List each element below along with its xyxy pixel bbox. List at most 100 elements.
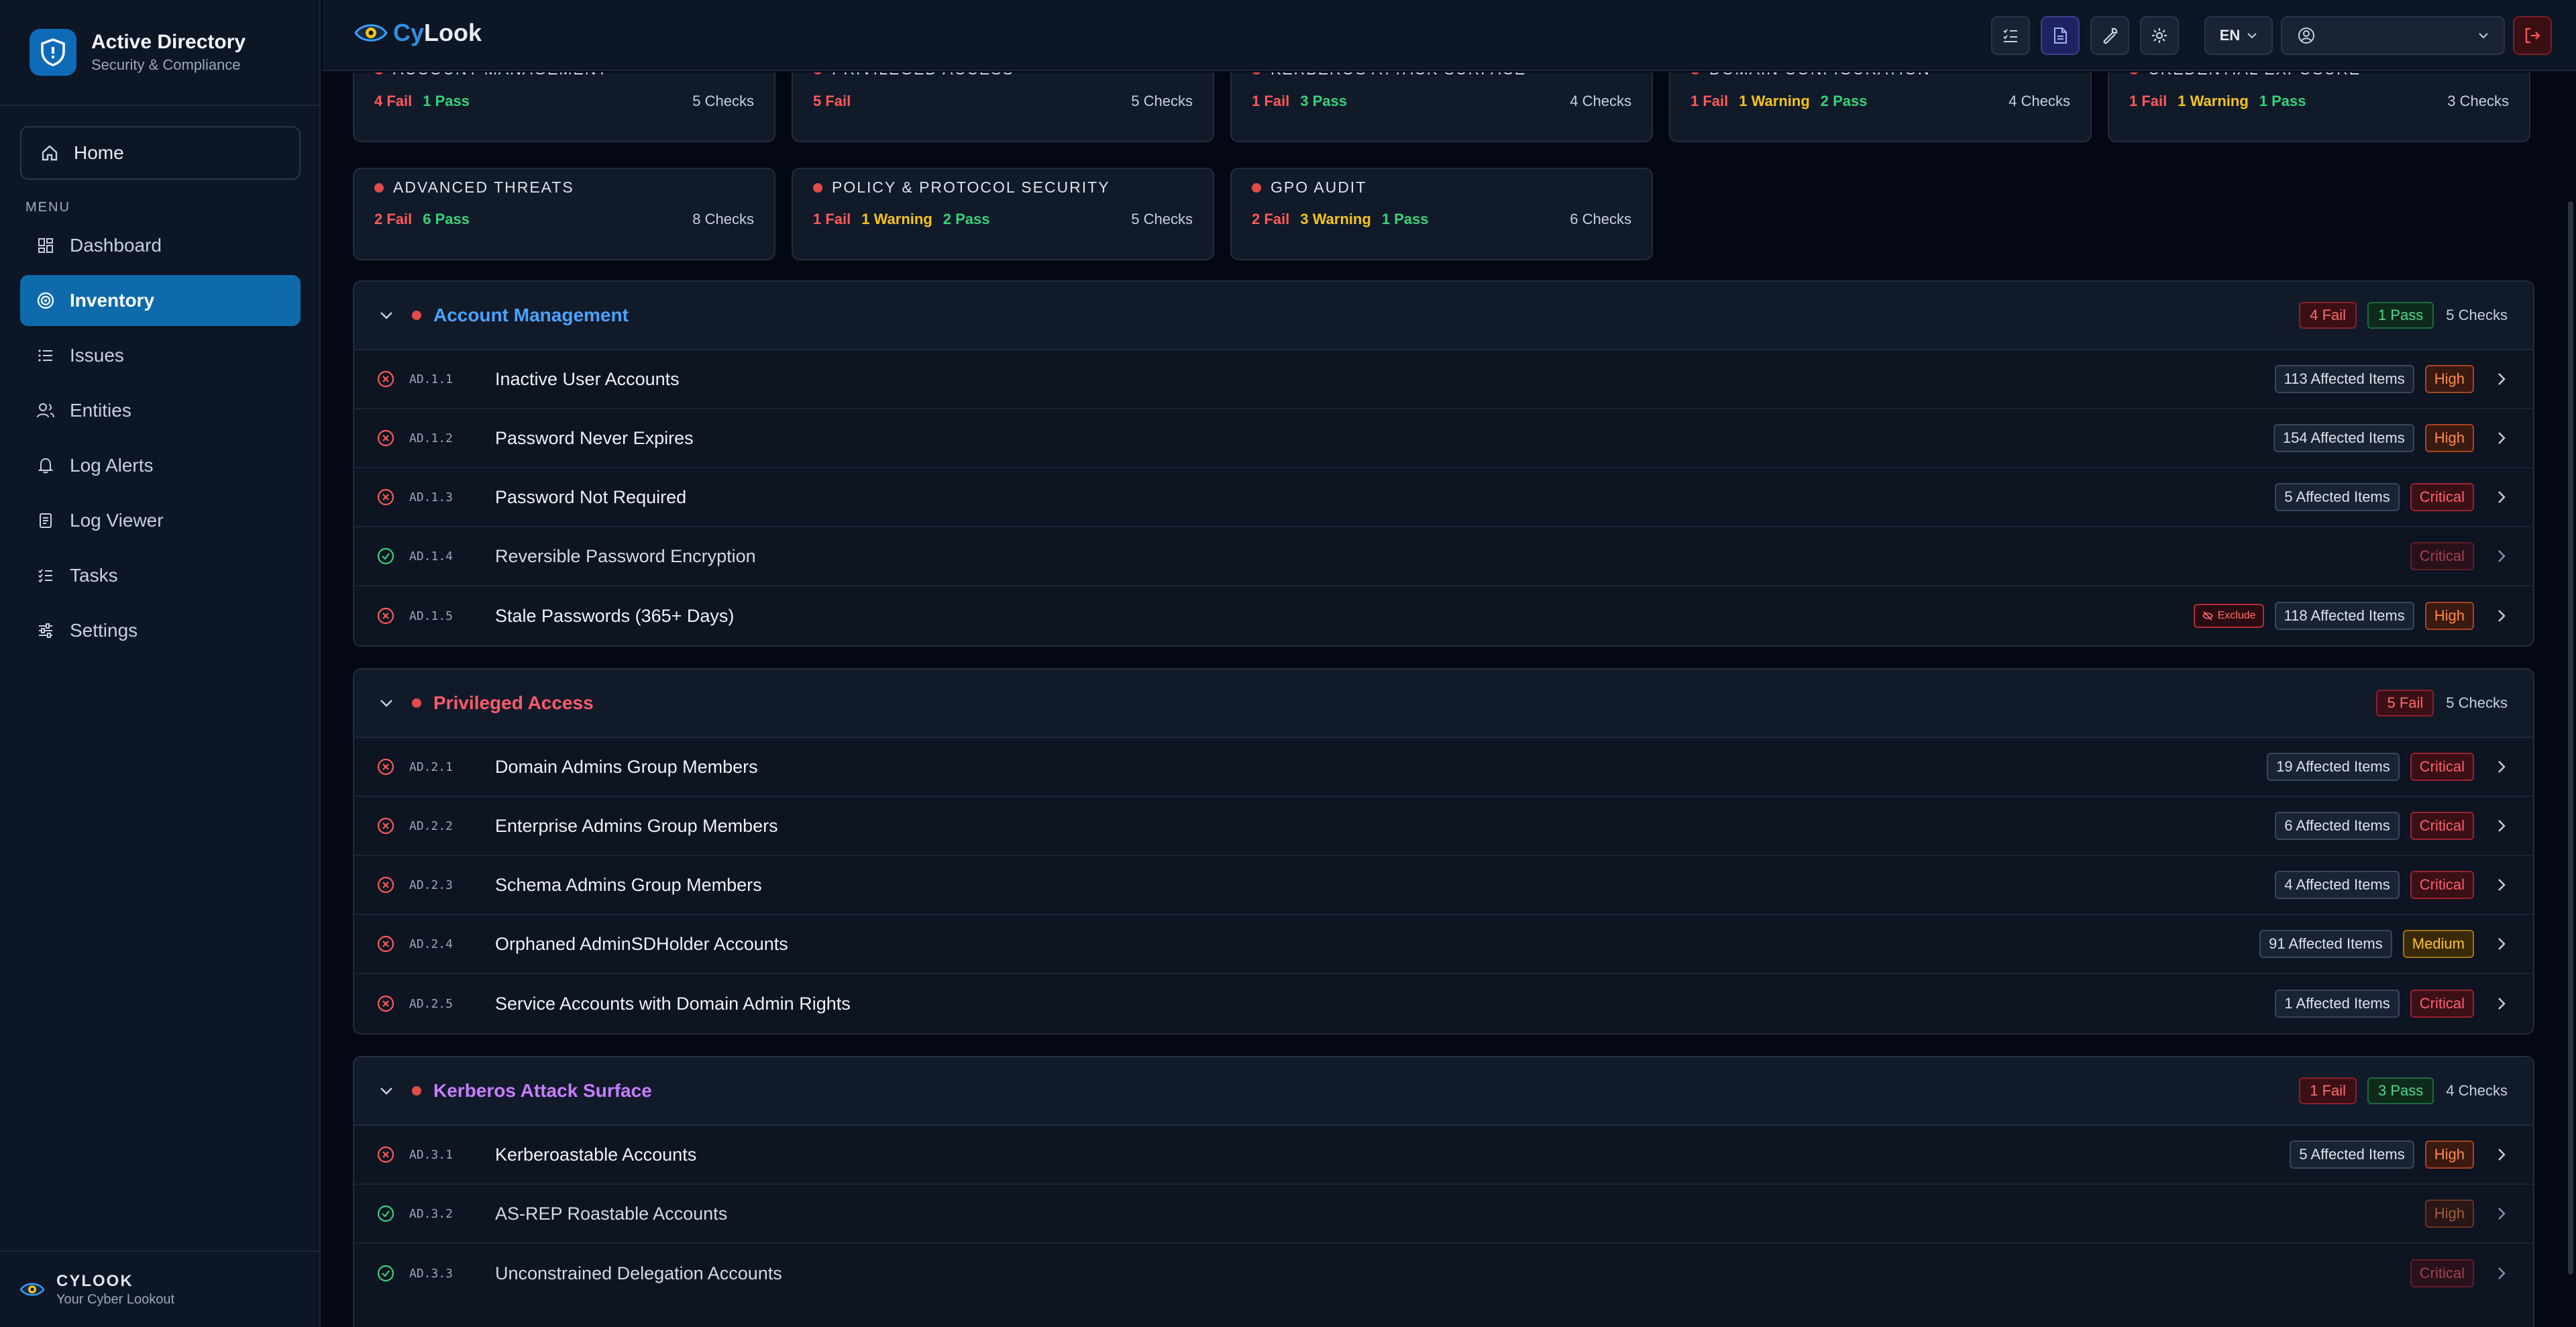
chevron-right-icon[interactable] bbox=[2494, 996, 2509, 1011]
status-dot bbox=[412, 698, 421, 708]
chevron-right-icon[interactable] bbox=[2494, 818, 2509, 833]
check-code: AD.1.3 bbox=[409, 490, 453, 505]
chevron-down-icon[interactable] bbox=[378, 695, 394, 711]
check-row[interactable]: AD.1.4 Reversible Password Encryption Cr… bbox=[354, 527, 2533, 586]
check-row[interactable]: AD.2.4 Orphaned AdminSDHolder Accounts 9… bbox=[354, 915, 2533, 974]
card-warning: 1 Warning bbox=[861, 211, 932, 227]
checks-count: 4 Checks bbox=[2446, 1082, 2508, 1099]
chevron-right-icon[interactable] bbox=[2494, 1266, 2509, 1281]
check-code: AD.2.3 bbox=[409, 878, 453, 892]
section-header[interactable]: Account Management 4 Fail 1 Pass 5 Check… bbox=[354, 282, 2533, 350]
severity-badge: Critical bbox=[2410, 483, 2474, 511]
chevron-right-icon[interactable] bbox=[2494, 759, 2509, 774]
category-card[interactable]: KERBEROS ATTACK SURFACE 1 Fail 3 Pass 4 C… bbox=[1230, 72, 1653, 142]
check-row[interactable]: AD.2.5 Service Accounts with Domain Admi… bbox=[354, 974, 2533, 1033]
affected-items-badge[interactable]: 154 Affected Items bbox=[2273, 424, 2414, 452]
check-row[interactable]: AD.3.1 Kerberoastable Accounts 5 Affecte… bbox=[354, 1126, 2533, 1185]
target-icon bbox=[36, 291, 55, 310]
logout-button[interactable] bbox=[2513, 16, 2552, 55]
chevron-right-icon[interactable] bbox=[2494, 878, 2509, 892]
check-row[interactable]: AD.3.2 AS-REP Roastable Accounts High bbox=[354, 1185, 2533, 1244]
chevron-right-icon[interactable] bbox=[2494, 431, 2509, 445]
check-name: Domain Admins Group Members bbox=[495, 756, 758, 777]
card-fail: 1 Fail bbox=[813, 211, 851, 227]
category-card[interactable]: DOMAIN CONFIGURATION 1 Fail 1 Warning 2 Pa… bbox=[1669, 72, 2092, 142]
sidebar-item-log-alerts[interactable]: Log Alerts bbox=[20, 440, 301, 491]
sidebar-item-entities[interactable]: Entities bbox=[20, 385, 301, 436]
card-checks: 6 Checks bbox=[1570, 211, 1631, 227]
user-circle-icon bbox=[2297, 26, 2316, 45]
category-card[interactable]: ACCOUNT MANAGEMENT 4 Fail 1 Pass 5 Checks bbox=[353, 72, 775, 142]
scrollbar[interactable] bbox=[2568, 201, 2573, 1275]
home-button[interactable]: Home bbox=[20, 126, 301, 180]
sidebar-item-issues[interactable]: Issues bbox=[20, 330, 301, 381]
status-dot bbox=[813, 182, 822, 193]
card-checks: 4 Checks bbox=[1570, 93, 1631, 109]
chevron-down-icon bbox=[2478, 32, 2489, 40]
tools-button[interactable] bbox=[2090, 16, 2129, 55]
section-header[interactable]: Kerberos Attack Surface 1 Fail 3 Pass 4 … bbox=[354, 1057, 2533, 1126]
sidebar-item-settings[interactable]: Settings bbox=[20, 605, 301, 656]
check-row[interactable]: AD.2.3 Schema Admins Group Members 4 Aff… bbox=[354, 856, 2533, 915]
check-row[interactable]: AD.1.1 Inactive User Accounts 113 Affect… bbox=[354, 350, 2533, 409]
chevron-right-icon[interactable] bbox=[2494, 937, 2509, 951]
affected-items-badge[interactable]: 113 Affected Items bbox=[2274, 365, 2414, 393]
category-card[interactable]: ADVANCED THREATS 2 Fail 6 Pass 8 Checks bbox=[353, 168, 775, 260]
chevron-right-icon[interactable] bbox=[2494, 608, 2509, 623]
report-button[interactable] bbox=[2041, 16, 2080, 55]
fail-circle-icon bbox=[376, 757, 396, 777]
language-select[interactable]: EN bbox=[2204, 16, 2273, 55]
logo-look: Look bbox=[424, 19, 482, 46]
checklist-icon bbox=[2001, 26, 2020, 45]
affected-items-badge[interactable]: 1 Affected Items bbox=[2275, 990, 2400, 1018]
exclude-badge[interactable]: Exclude bbox=[2193, 604, 2264, 628]
chevron-right-icon[interactable] bbox=[2494, 490, 2509, 505]
checklist-button[interactable] bbox=[1991, 16, 2030, 55]
category-card[interactable]: POLICY & PROTOCOL SECURITY 1 Fail 1 Warni… bbox=[792, 168, 1214, 260]
settings-button[interactable] bbox=[2140, 16, 2179, 55]
pass-badge: 3 Pass bbox=[2367, 1077, 2434, 1104]
section-header[interactable]: Privileged Access 5 Fail 5 Checks bbox=[354, 670, 2533, 738]
affected-items-badge[interactable]: 4 Affected Items bbox=[2275, 871, 2400, 899]
chevron-down-icon[interactable] bbox=[378, 1083, 394, 1099]
chevron-right-icon[interactable] bbox=[2494, 549, 2509, 564]
category-card[interactable]: PRIVILEGED ACCESS 5 Fail 5 Checks bbox=[792, 72, 1214, 142]
card-checks: 5 Checks bbox=[1131, 211, 1193, 227]
sidebar-item-label: Dashboard bbox=[70, 235, 162, 256]
check-row[interactable]: AD.1.3 Password Not Required 5 Affected … bbox=[354, 468, 2533, 527]
sidebar-item-label: Settings bbox=[70, 620, 138, 641]
topbar: CyLook EN bbox=[322, 0, 2576, 71]
check-row[interactable]: AD.1.2 Password Never Expires 154 Affect… bbox=[354, 409, 2533, 468]
check-row[interactable]: AD.1.5 Stale Passwords (365+ Days) Exclu… bbox=[354, 586, 2533, 645]
main-content: ACCOUNT MANAGEMENT 4 Fail 1 Pass 5 Checks… bbox=[322, 72, 2556, 1327]
cylook-logo[interactable]: CyLook bbox=[353, 17, 482, 48]
affected-items-badge[interactable]: 91 Affected Items bbox=[2259, 930, 2392, 958]
affected-items-badge[interactable]: 5 Affected Items bbox=[2275, 483, 2400, 511]
check-row[interactable]: AD.2.2 Enterprise Admins Group Members 6… bbox=[354, 797, 2533, 856]
chevron-right-icon[interactable] bbox=[2494, 1206, 2509, 1221]
chevron-down-icon[interactable] bbox=[378, 307, 394, 323]
category-card[interactable]: CREDENTIAL EXPOSURE 1 Fail 1 Warning 1 Pas… bbox=[2108, 72, 2530, 142]
user-select[interactable] bbox=[2281, 16, 2505, 55]
affected-items-badge[interactable]: 5 Affected Items bbox=[2290, 1140, 2414, 1169]
affected-items-badge[interactable]: 19 Affected Items bbox=[2267, 753, 2400, 781]
category-card[interactable]: GPO AUDIT 2 Fail 3 Warning 1 Pass 6 Checks bbox=[1230, 168, 1653, 260]
check-row[interactable]: AD.3.3 Unconstrained Delegation Accounts… bbox=[354, 1244, 2533, 1303]
affected-items-badge[interactable]: 6 Affected Items bbox=[2275, 812, 2400, 840]
section-title: Kerberos Attack Surface bbox=[433, 1080, 652, 1101]
chevron-right-icon[interactable] bbox=[2494, 1147, 2509, 1162]
severity-badge: Critical bbox=[2410, 990, 2474, 1018]
fail-circle-icon bbox=[376, 994, 396, 1014]
affected-items-badge[interactable]: 118 Affected Items bbox=[2274, 602, 2414, 630]
sidebar-item-inventory[interactable]: Inventory bbox=[20, 275, 301, 326]
sidebar-item-dashboard[interactable]: Dashboard bbox=[20, 220, 301, 271]
check-row[interactable]: AD.2.1 Domain Admins Group Members 19 Af… bbox=[354, 738, 2533, 797]
sidebar-item-tasks[interactable]: Tasks bbox=[20, 550, 301, 601]
fail-circle-icon bbox=[376, 369, 396, 389]
pass-circle-icon bbox=[376, 1204, 396, 1224]
card-title: GPO AUDIT bbox=[1271, 178, 1367, 196]
sidebar-item-log-viewer[interactable]: Log Viewer bbox=[20, 495, 301, 546]
footer-title: CYLOOK bbox=[56, 1271, 133, 1290]
check-code: AD.2.2 bbox=[409, 818, 453, 833]
chevron-right-icon[interactable] bbox=[2494, 372, 2509, 386]
